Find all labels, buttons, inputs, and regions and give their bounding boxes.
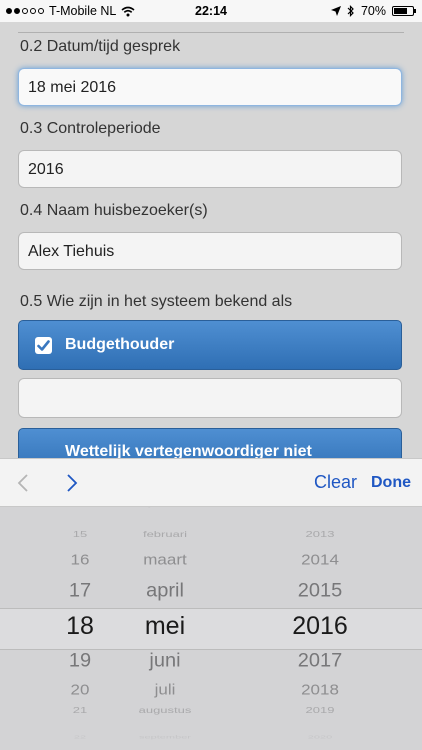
control-period-label: 0.3 Controleperiode	[20, 120, 161, 137]
control-period-field[interactable]: 2016	[18, 150, 402, 188]
year-option[interactable]: 2014	[265, 552, 375, 569]
visitor-name-field[interactable]: Alex Tiehuis	[18, 232, 402, 270]
day-option[interactable]: 20	[50, 682, 110, 699]
day-option[interactable]: 16	[50, 552, 110, 569]
year-option[interactable]: 2012	[265, 507, 375, 508]
month-option[interactable]: april	[110, 581, 220, 603]
day-option[interactable]: 21	[50, 706, 110, 715]
legal-representative-label: Wettelijk vertegenwoordiger niet	[65, 443, 312, 458]
picker-toolbar: Clear Done	[0, 458, 422, 507]
year-option[interactable]: 2019	[265, 706, 375, 715]
month-option[interactable]: januari	[110, 507, 220, 508]
budgethouder-name-field[interactable]	[18, 378, 402, 418]
month-option[interactable]: februari	[110, 530, 220, 539]
date-picker[interactable]: 14 15 16 17 18 19 20 21 22 januari februari maart a…	[0, 507, 422, 750]
day-option[interactable]: 14	[50, 507, 110, 508]
done-button[interactable]: Done	[371, 474, 411, 492]
chevron-right-icon[interactable]	[62, 473, 82, 493]
year-option[interactable]: 2020	[265, 734, 375, 739]
month-option[interactable]: juni	[110, 651, 220, 673]
year-option[interactable]: 2017	[265, 651, 375, 673]
day-option[interactable]: 15	[50, 530, 110, 539]
day-option[interactable]: 17	[50, 581, 110, 603]
questionnaire-form: 0.2 Datum/tijd gesprek 18 mei 2016 0.3 C…	[0, 22, 422, 458]
visitor-name-label: 0.4 Naam huisbezoeker(s)	[20, 202, 208, 219]
budgethouder-checkbox[interactable]: Budgethouder	[18, 320, 402, 370]
month-option[interactable]: juli	[110, 682, 220, 699]
month-option[interactable]: augustus	[110, 706, 220, 715]
legal-representative-checkbox[interactable]: Wettelijk vertegenwoordiger niet	[18, 428, 402, 458]
month-option[interactable]: maart	[110, 552, 220, 569]
known-as-label: 0.5 Wie zijn in het systeem bekend als	[20, 293, 293, 310]
date-time-field[interactable]: 18 mei 2016	[18, 68, 402, 106]
year-option[interactable]: 2013	[265, 530, 375, 539]
month-option[interactable]: september	[110, 734, 220, 739]
day-option[interactable]: 22	[50, 734, 110, 739]
status-bar: T-Mobile NL 22:14 70%	[0, 0, 422, 22]
year-selected[interactable]: 2016	[265, 612, 375, 641]
bluetooth-icon	[347, 5, 354, 17]
date-time-label: 0.2 Datum/tijd gesprek	[20, 38, 181, 55]
checkbox-checked-icon	[35, 337, 52, 354]
year-option[interactable]: 2018	[265, 682, 375, 699]
month-selected[interactable]: mei	[110, 612, 220, 641]
day-option[interactable]: 19	[50, 651, 110, 673]
budgethouder-label: Budgethouder	[65, 336, 175, 353]
clear-button[interactable]: Clear	[314, 472, 357, 493]
chevron-left-icon[interactable]	[14, 473, 34, 493]
divider	[18, 32, 404, 33]
location-arrow-icon	[330, 6, 341, 16]
battery-icon	[392, 6, 416, 16]
year-option[interactable]: 2015	[265, 581, 375, 603]
day-selected[interactable]: 18	[50, 612, 110, 641]
battery-percentage: 70%	[360, 4, 386, 18]
